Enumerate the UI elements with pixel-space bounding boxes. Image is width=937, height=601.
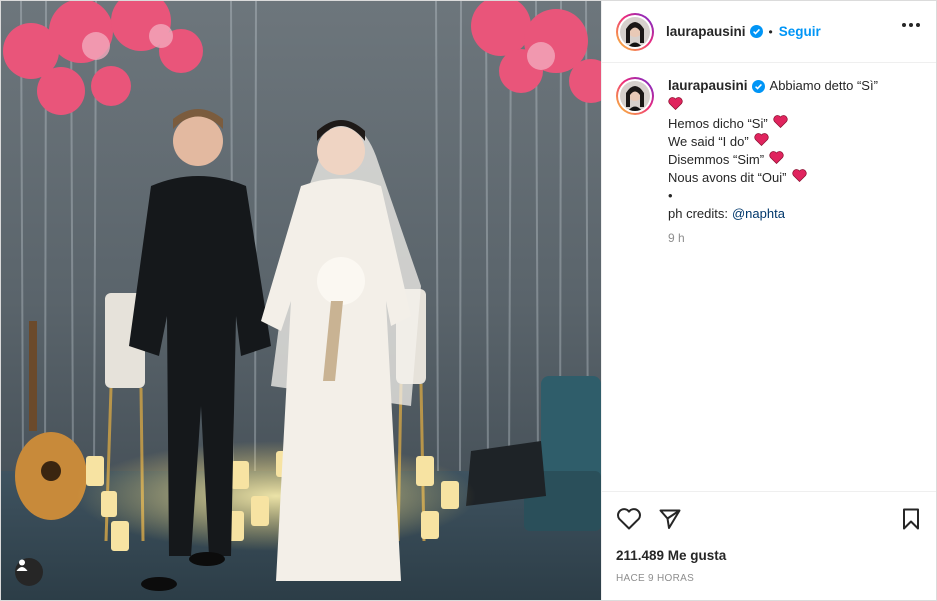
post-actions: 211.489 Me gusta HACE 9 HORAS bbox=[602, 491, 936, 584]
heart-outline-icon[interactable] bbox=[616, 507, 642, 531]
avatar[interactable] bbox=[616, 12, 654, 51]
post-sidebar: laurapausini • Seguir laurapausini Abbia… bbox=[601, 1, 936, 600]
header-separator: • bbox=[768, 24, 773, 39]
red-heart-emoji bbox=[773, 115, 788, 133]
bookmark-icon[interactable] bbox=[900, 507, 922, 531]
header-username[interactable]: laurapausini bbox=[666, 24, 746, 39]
caption-bullet: • bbox=[668, 188, 673, 203]
post-header: laurapausini • Seguir bbox=[602, 1, 936, 63]
caption-timestamp[interactable]: 9 h bbox=[668, 229, 878, 247]
follow-button[interactable]: Seguir bbox=[779, 24, 821, 39]
caption-avatar[interactable] bbox=[616, 77, 654, 115]
caption-line-en: We said “I do” bbox=[668, 134, 749, 149]
caption-username[interactable]: laurapausini bbox=[668, 77, 748, 95]
caption-line-pt: Disemmos “Sim” bbox=[668, 152, 765, 167]
post-photo[interactable] bbox=[1, 1, 601, 600]
credits-mention-link[interactable]: @naphta bbox=[732, 205, 785, 223]
red-heart-emoji bbox=[791, 169, 807, 187]
credits-label: ph credits: bbox=[668, 206, 728, 221]
red-heart-emoji bbox=[769, 151, 784, 169]
red-heart-emoji bbox=[668, 97, 683, 115]
post-time-ago[interactable]: HACE 9 HORAS bbox=[616, 573, 922, 584]
wedding-photo-illustration bbox=[1, 1, 601, 600]
caption-line-es: Hemos dicho “Si” bbox=[668, 116, 768, 131]
verified-badge-icon bbox=[749, 25, 763, 38]
paper-plane-icon[interactable] bbox=[658, 507, 682, 531]
caption-first-line: Abbiamo detto “Sì” bbox=[769, 78, 878, 93]
caption-body: laurapausini Abbiamo detto “Sì” Hemos di… bbox=[668, 77, 878, 247]
user-tag-icon[interactable] bbox=[15, 558, 43, 586]
more-options-icon[interactable] bbox=[902, 23, 920, 27]
likes-count[interactable]: 211.489 Me gusta bbox=[616, 548, 922, 563]
verified-badge-icon bbox=[751, 79, 765, 93]
instagram-post: laurapausini • Seguir laurapausini Abbia… bbox=[0, 0, 937, 601]
red-heart-emoji bbox=[754, 133, 769, 151]
caption: laurapausini Abbiamo detto “Sì” Hemos di… bbox=[602, 63, 936, 247]
caption-line-fr: Nous avons dit “Oui” bbox=[668, 170, 787, 185]
